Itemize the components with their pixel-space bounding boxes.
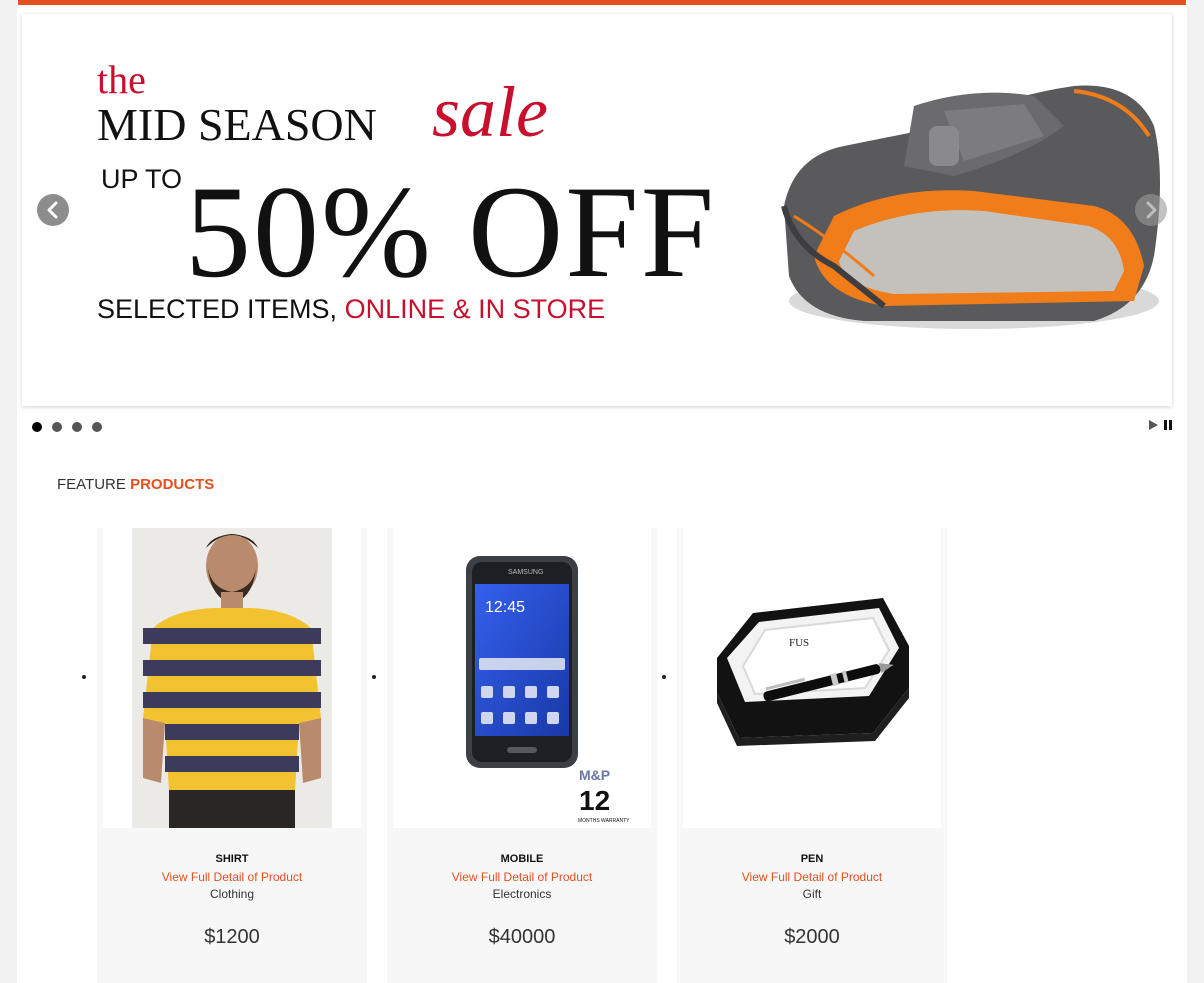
product-name: MOBILE	[500, 853, 544, 865]
banner-mid-season-text: MID SEASON	[97, 99, 377, 150]
banner-selected-items-text: SELECTED ITEMS, ONLINE & IN STORE	[97, 296, 605, 323]
banner-up-to-text: UP TO	[101, 164, 183, 194]
top-accent-bar	[18, 0, 1186, 5]
banner-the-text: the	[97, 57, 146, 102]
slider-prev-button[interactable]	[37, 194, 69, 226]
chevron-left-icon	[47, 201, 58, 219]
feature-products-heading: FEATURE PRODUCTS	[57, 476, 214, 493]
banner-discount-text: 50% OFF	[185, 158, 717, 305]
product-category: Electronics	[492, 887, 552, 901]
slider-dot-3[interactable]	[72, 422, 82, 432]
product-detail-link[interactable]: View Full Detail of Product	[97, 870, 367, 884]
banner-slider[interactable]: the MID SEASON sale UP TO 50% OFF SELECT…	[22, 14, 1172, 406]
banner-selected-label: SELECTED ITEMS,	[97, 294, 345, 324]
product-image-frame[interactable]: 12:45 SAMSUNG M&P 12 MONTHS WARRANTY	[393, 528, 651, 828]
pause-icon[interactable]	[1162, 419, 1174, 431]
list-bullet	[82, 675, 86, 679]
slider-next-button[interactable]	[1135, 194, 1167, 226]
smartphone-image: 12:45 SAMSUNG M&P 12 MONTHS WARRANTY	[466, 556, 630, 824]
product-price: $2000	[784, 926, 840, 948]
svg-text:12:45: 12:45	[485, 599, 525, 616]
slider-dot-1[interactable]	[32, 422, 42, 432]
chevron-right-icon	[1146, 201, 1157, 219]
product-card-mobile[interactable]: 12:45 SAMSUNG M&P 12 MONTHS WARRANTY MOB…	[387, 528, 657, 983]
svg-text:FUS: FUS	[789, 637, 809, 649]
list-bullet	[662, 675, 666, 679]
play-icon[interactable]	[1147, 419, 1159, 431]
banner-online-store-label: ONLINE & IN STORE	[344, 294, 606, 324]
slider-dot-4[interactable]	[92, 422, 102, 432]
pen-gift-box-image: FUS	[717, 598, 909, 746]
product-detail-link[interactable]: View Full Detail of Product	[387, 870, 657, 884]
list-bullet	[372, 675, 376, 679]
product-image-frame[interactable]: FUS	[683, 528, 941, 828]
banner-sale-text: sale	[432, 72, 548, 152]
sale-banner[interactable]: the MID SEASON sale UP TO 50% OFF SELECT…	[97, 54, 757, 354]
product-price: $1200	[204, 926, 260, 948]
product-category: Gift	[802, 887, 822, 901]
product-category: Clothing	[209, 887, 255, 901]
svg-text:12: 12	[579, 785, 610, 816]
svg-text:SAMSUNG: SAMSUNG	[508, 569, 543, 576]
product-name: PEN	[800, 853, 824, 865]
product-price: $40000	[488, 926, 556, 948]
product-name: SHIRT	[215, 853, 249, 865]
product-card-pen[interactable]: FUS PEN View Full Detail of Product Gift…	[677, 528, 947, 983]
sandal-image	[781, 85, 1160, 329]
svg-text:M&P: M&P	[579, 767, 610, 783]
product-detail-link[interactable]: View Full Detail of Product	[677, 870, 947, 884]
svg-text:MONTHS WARRANTY: MONTHS WARRANTY	[578, 818, 630, 824]
feature-heading-plain: FEATURE	[57, 476, 126, 493]
page-container: the MID SEASON sale UP TO 50% OFF SELECT…	[17, 0, 1187, 983]
striped-tshirt-image	[132, 528, 332, 828]
feature-heading-accent: PRODUCTS	[130, 476, 215, 493]
product-image-frame[interactable]	[103, 528, 361, 828]
product-card-shirt[interactable]: SHIRT View Full Detail of Product Clothi…	[97, 528, 367, 983]
slider-dot-2[interactable]	[52, 422, 62, 432]
